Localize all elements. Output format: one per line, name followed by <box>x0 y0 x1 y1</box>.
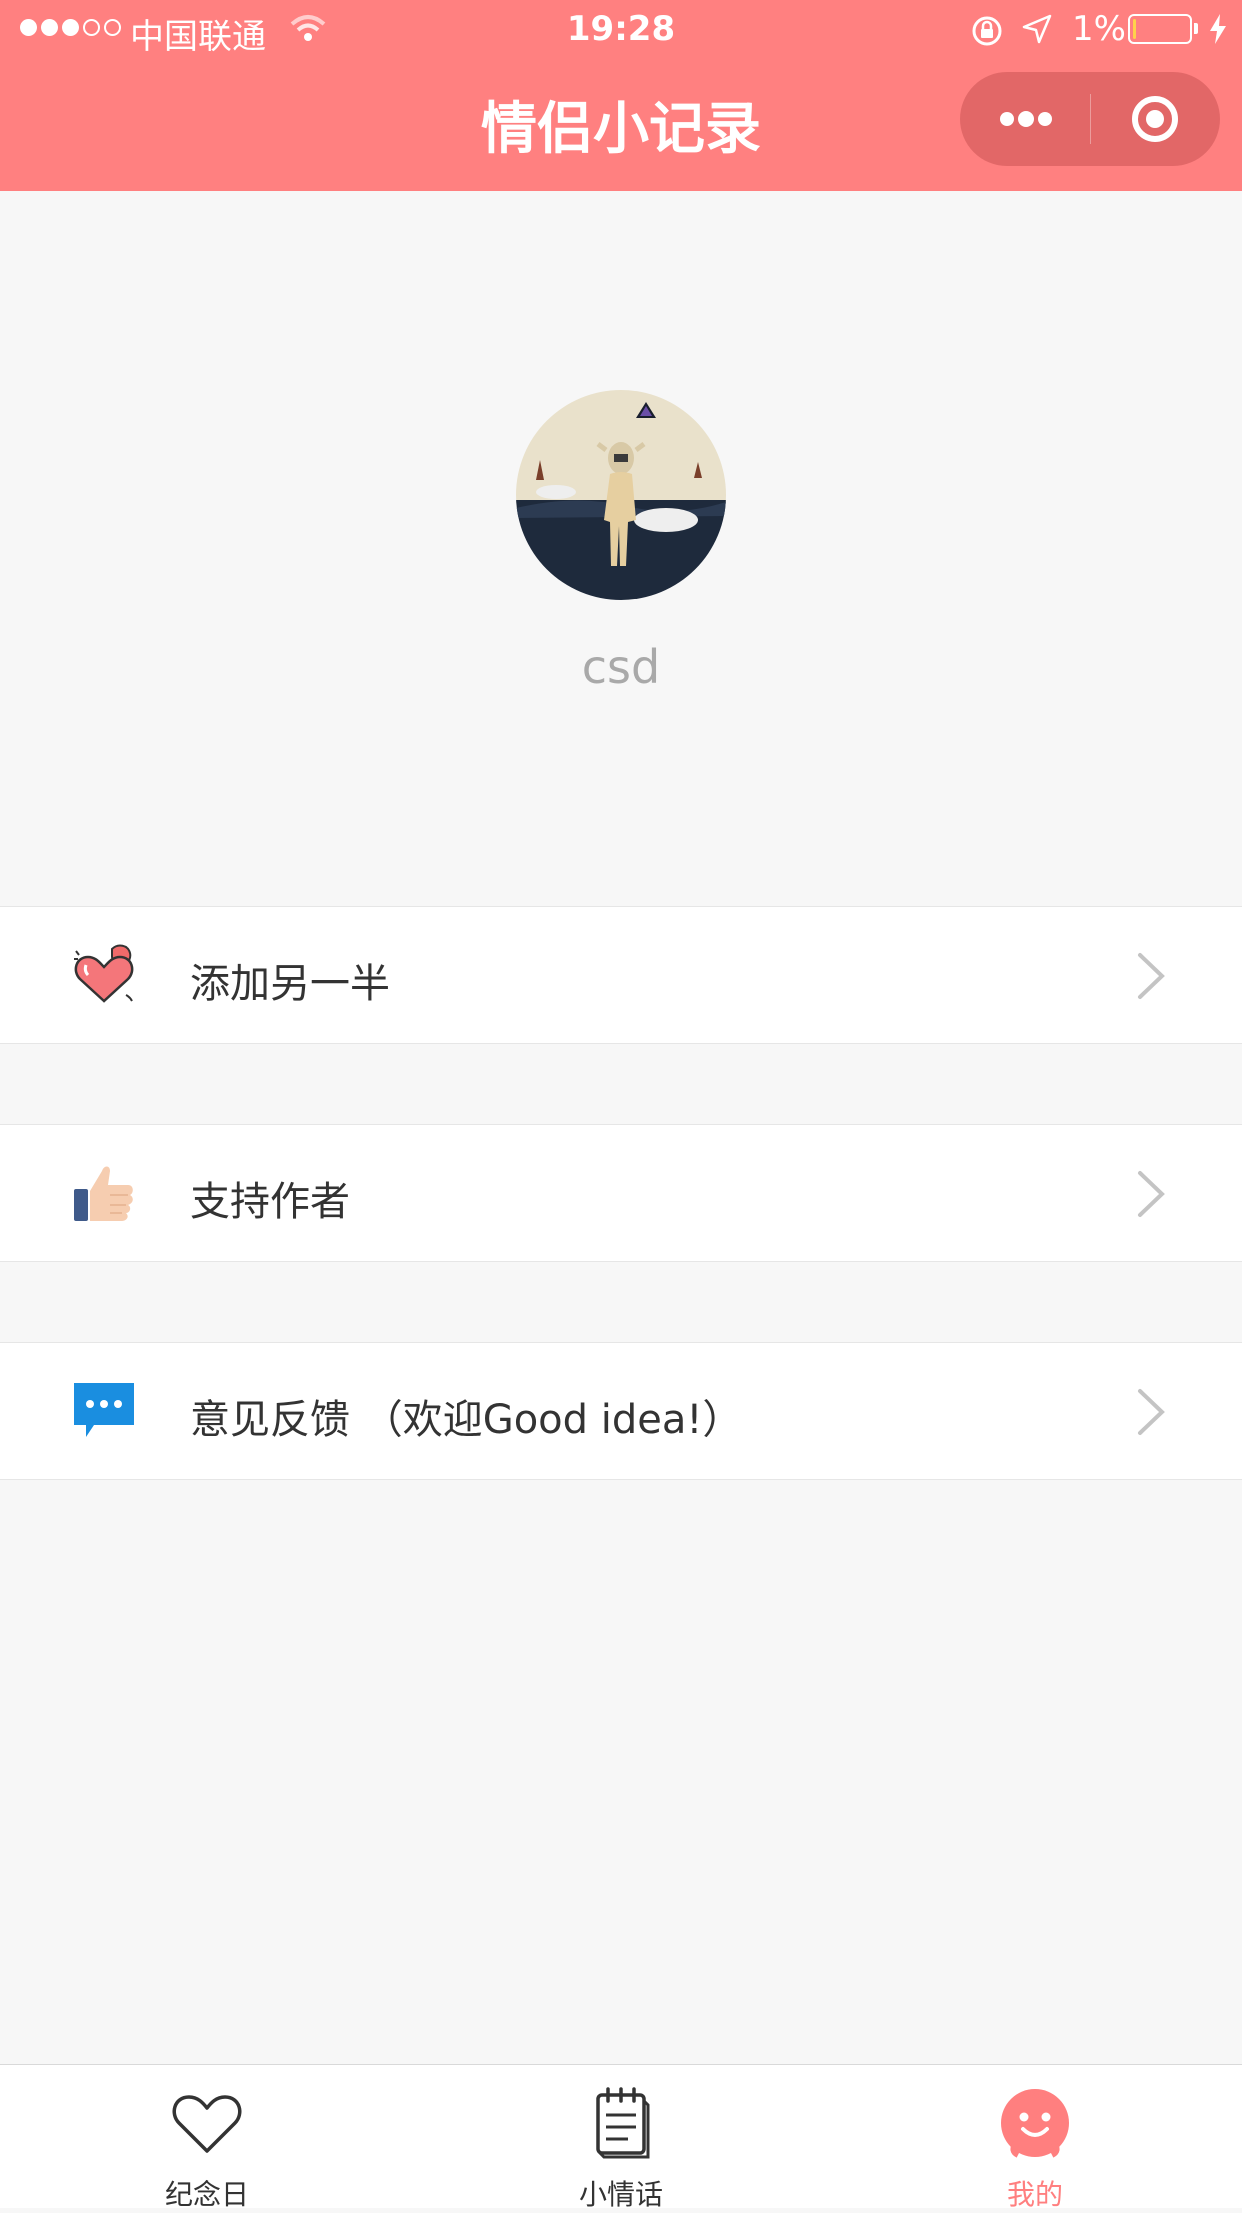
smiley-face-icon <box>1001 2089 1069 2158</box>
tab-mine[interactable]: 我的 <box>828 2065 1242 2211</box>
chevron-right-icon <box>1138 1389 1165 1435</box>
username: csd <box>581 640 661 694</box>
charging-icon <box>1210 14 1226 44</box>
chat-bubble-icon <box>74 1383 134 1437</box>
menu-item-add-partner[interactable]: 添加另一半 <box>0 906 1242 1044</box>
tab-love-words[interactable]: 小情话 <box>414 2065 828 2211</box>
status-time: 19:28 <box>566 9 676 49</box>
more-dots-icon[interactable] <box>960 72 1090 166</box>
mini-program-capsule <box>960 72 1220 166</box>
avatar[interactable] <box>516 390 726 600</box>
thumbs-up-icon <box>74 1166 133 1221</box>
target-close-icon[interactable] <box>1090 72 1220 166</box>
menu-item-support-author[interactable]: 支持作者 <box>0 1124 1242 1262</box>
rotation-lock-icon <box>972 16 1002 46</box>
tab-label: 纪念日 <box>164 2178 249 2211</box>
menu-item-label: 意见反馈 （欢迎Good idea!） <box>190 1397 743 1443</box>
tab-bar: 纪念日 小情话 我的 <box>0 2064 1242 2211</box>
notebook-icon <box>596 2087 650 2159</box>
chevron-right-icon <box>1138 1171 1165 1217</box>
tab-label: 小情话 <box>578 2178 663 2211</box>
menu-item-feedback[interactable]: 意见反馈 （欢迎Good idea!） <box>0 1342 1242 1480</box>
tab-label: 我的 <box>1006 2178 1063 2211</box>
top-bar: 中国联通 19:28 1% 情侣小记录 <box>0 0 1242 191</box>
heart-outline-icon <box>172 2095 242 2153</box>
status-bar: 中国联通 19:28 1% <box>0 0 1242 62</box>
location-arrow-icon <box>1022 14 1052 44</box>
battery-percent: 1% <box>1072 9 1126 49</box>
battery-icon <box>1128 14 1192 44</box>
chevron-right-icon <box>1138 953 1165 999</box>
hearts-icon <box>74 944 134 1003</box>
menu-item-label: 添加另一半 <box>190 961 390 1007</box>
menu-item-label: 支持作者 <box>190 1179 350 1225</box>
tab-anniversary[interactable]: 纪念日 <box>0 2065 414 2211</box>
